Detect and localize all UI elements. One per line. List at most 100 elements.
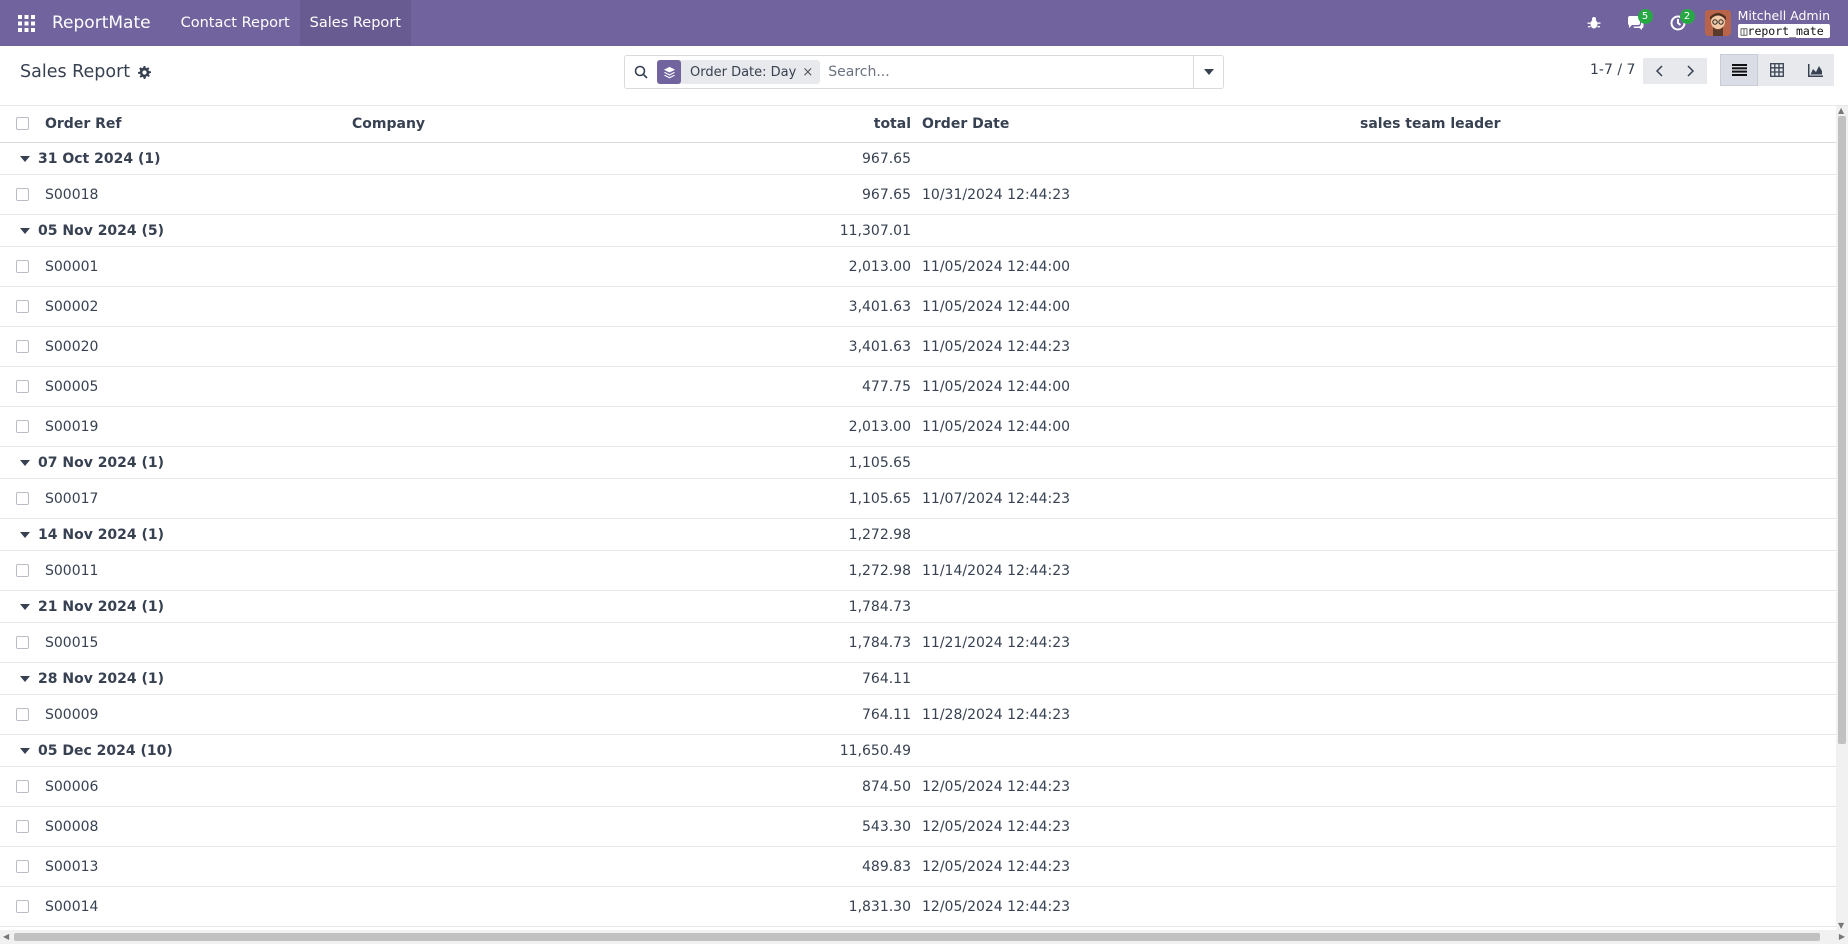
cell-order-date: 12/05/2024 12:44:23 (922, 778, 1071, 795)
user-menu[interactable]: Mitchell Admin ◫report_mate (1699, 0, 1848, 46)
group-row[interactable]: 28 Nov 2024 (1) 764.11 (0, 663, 1836, 695)
group-row[interactable]: 05 Dec 2024 (10) 11,650.49 (0, 735, 1836, 767)
select-all-checkbox[interactable] (16, 117, 29, 130)
facet-label: Order Date: Day (690, 64, 797, 80)
cell-total: 2,013.00 (848, 258, 911, 275)
chevron-right-icon (1687, 65, 1695, 77)
cell-order-ref: S00008 (45, 818, 99, 835)
messaging-menu[interactable]: 5 (1615, 0, 1657, 46)
caret-down-icon[interactable] (20, 459, 30, 466)
caret-down-icon[interactable] (20, 747, 30, 754)
column-header-order-date[interactable]: Order Date (922, 106, 1009, 142)
cell-total: 3,401.63 (848, 298, 911, 315)
caret-down-icon[interactable] (20, 227, 30, 234)
table-row[interactable]: S00006 874.50 12/05/2024 12:44:23 (0, 767, 1836, 807)
table-row[interactable]: S00001 2,013.00 11/05/2024 12:44:00 (0, 247, 1836, 287)
list-view: Order Ref Company total Order Date sales… (0, 106, 1836, 930)
table-row[interactable]: S00011 1,272.98 11/14/2024 12:44:23 (0, 551, 1836, 591)
scroll-right-arrow-icon[interactable]: ▶ (1839, 932, 1845, 941)
row-checkbox[interactable] (16, 299, 29, 313)
group-row[interactable]: 14 Nov 2024 (1) 1,272.98 (0, 519, 1836, 551)
cell-total: 543.30 (862, 818, 911, 835)
area-chart-icon (1807, 63, 1823, 77)
cell-total: 1,272.98 (848, 562, 911, 579)
menu-contact-report[interactable]: Contact Report (171, 0, 300, 46)
group-row[interactable]: 21 Nov 2024 (1) 1,784.73 (0, 591, 1836, 623)
cell-total: 3,401.63 (848, 338, 911, 355)
scroll-left-arrow-icon[interactable]: ◀ (3, 932, 9, 941)
vertical-scrollbar-thumb[interactable] (1838, 116, 1846, 744)
menu-sales-report[interactable]: Sales Report (299, 0, 411, 46)
group-row[interactable]: 05 Nov 2024 (5) 11,307.01 (0, 215, 1836, 247)
list-view-button[interactable] (1720, 54, 1758, 86)
table-row[interactable]: S00020 3,401.63 11/05/2024 12:44:23 (0, 327, 1836, 367)
row-checkbox[interactable] (16, 259, 29, 273)
cell-order-date: 11/14/2024 12:44:23 (922, 562, 1071, 579)
row-checkbox[interactable] (16, 779, 29, 793)
table-row[interactable]: S00018 967.65 10/31/2024 12:44:23 (0, 175, 1836, 215)
row-checkbox[interactable] (16, 859, 29, 873)
scroll-up-arrow-icon[interactable]: ▲ (1838, 106, 1844, 115)
top-navbar: ReportMate Contact Report Sales Report 5… (0, 0, 1848, 46)
row-checkbox[interactable] (16, 635, 29, 649)
app-menu-grid-icon[interactable] (0, 0, 52, 46)
table-row[interactable]: S00014 1,831.30 12/05/2024 12:44:23 (0, 887, 1836, 927)
row-checkbox[interactable] (16, 379, 29, 393)
column-header-sales-team-leader[interactable]: sales team leader (1360, 106, 1501, 142)
caret-down-icon[interactable] (20, 675, 30, 682)
cell-order-ref: S00020 (45, 338, 99, 355)
app-brand[interactable]: ReportMate (52, 13, 151, 33)
group-label: 28 Nov 2024 (1) (38, 670, 165, 687)
cell-order-ref: S00005 (45, 378, 99, 395)
row-checkbox[interactable] (16, 491, 29, 505)
avatar (1704, 10, 1731, 36)
row-checkbox[interactable] (16, 707, 29, 721)
vertical-scrollbar[interactable]: ▲ ▼ (1836, 106, 1848, 930)
row-checkbox[interactable] (16, 819, 29, 833)
column-header-order-ref[interactable]: Order Ref (45, 106, 121, 142)
row-checkbox[interactable] (16, 563, 29, 577)
list-icon (1731, 64, 1747, 76)
scroll-down-arrow-icon[interactable]: ▼ (1838, 921, 1844, 930)
pager-previous-button[interactable] (1643, 58, 1675, 84)
table-row[interactable]: S00013 489.83 12/05/2024 12:44:23 (0, 847, 1836, 887)
caret-down-icon[interactable] (20, 531, 30, 538)
horizontal-scrollbar-thumb[interactable] (14, 933, 1820, 941)
pager-value[interactable]: 1-7 / 7 (1590, 62, 1635, 78)
group-row[interactable]: 07 Nov 2024 (1) 1,105.65 (0, 447, 1836, 479)
search-icon[interactable] (625, 56, 657, 88)
row-checkbox[interactable] (16, 187, 29, 201)
table-row[interactable]: S00017 1,105.65 11/07/2024 12:44:23 (0, 479, 1836, 519)
table-row[interactable]: S00019 2,013.00 11/05/2024 12:44:00 (0, 407, 1836, 447)
search-input[interactable] (826, 57, 1193, 87)
table-row[interactable]: S00002 3,401.63 11/05/2024 12:44:00 (0, 287, 1836, 327)
row-checkbox[interactable] (16, 339, 29, 353)
debug-bug-icon[interactable] (1573, 0, 1615, 46)
row-checkbox[interactable] (16, 899, 29, 913)
cell-order-ref: S00002 (45, 298, 99, 315)
horizontal-scrollbar[interactable]: ◀ ▶ (0, 930, 1848, 944)
group-row[interactable]: 31 Oct 2024 (1) 967.65 (0, 143, 1836, 175)
cell-total: 1,784.73 (848, 634, 911, 651)
table-row[interactable]: S00005 477.75 11/05/2024 12:44:00 (0, 367, 1836, 407)
cell-order-ref: S00017 (45, 490, 99, 507)
column-header-company[interactable]: Company (352, 106, 425, 142)
gear-icon[interactable] (138, 65, 152, 79)
cell-total: 967.65 (862, 186, 911, 203)
table-row[interactable]: S00009 764.11 11/28/2024 12:44:23 (0, 695, 1836, 735)
table-row[interactable]: S00008 543.30 12/05/2024 12:44:23 (0, 807, 1836, 847)
group-label: 05 Nov 2024 (5) (38, 222, 165, 239)
row-checkbox[interactable] (16, 419, 29, 433)
pager-next-button[interactable] (1675, 58, 1707, 84)
facet-remove-button[interactable]: × (802, 65, 820, 80)
activity-menu[interactable]: 2 (1657, 0, 1699, 46)
table-row[interactable]: S00015 1,784.73 11/21/2024 12:44:23 (0, 623, 1836, 663)
cell-order-date: 12/05/2024 12:44:23 (922, 818, 1071, 835)
cell-order-date: 11/07/2024 12:44:23 (922, 490, 1071, 507)
graph-view-button[interactable] (1796, 54, 1834, 86)
caret-down-icon[interactable] (20, 603, 30, 610)
pivot-view-button[interactable] (1758, 54, 1796, 86)
caret-down-icon[interactable] (20, 155, 30, 162)
column-header-total[interactable]: total (874, 106, 911, 142)
search-options-toggle[interactable] (1193, 56, 1223, 88)
